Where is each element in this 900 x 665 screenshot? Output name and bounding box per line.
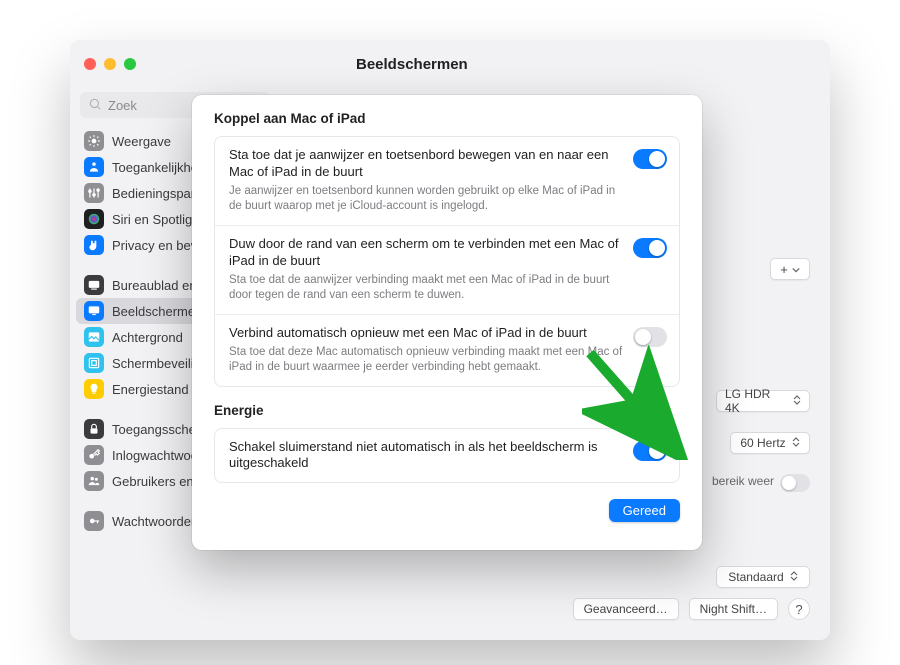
setting-description: Sta toe dat de aanwijzer verbinding maak… <box>229 273 623 304</box>
updown-icon <box>793 394 801 408</box>
sidebar-item-label: Wachtwoorden <box>112 514 198 529</box>
hdr-toggle[interactable] <box>780 474 810 492</box>
lock-icon <box>84 419 104 439</box>
hdr-label: bereik weer <box>712 474 774 488</box>
sidebar-item-label: Beeldschermen <box>112 304 202 319</box>
help-button[interactable]: ? <box>788 598 810 620</box>
advanced-settings-sheet: Koppel aan Mac of iPad Sta toe dat je aa… <box>192 95 702 550</box>
toggle-switch[interactable] <box>633 238 667 258</box>
advanced-button[interactable]: Geavanceerd… <box>573 598 679 620</box>
settings-group-energy: Schakel sluimerstand niet automatisch in… <box>214 428 680 484</box>
settings-group-link: Sta toe dat je aanwijzer en toetsenbord … <box>214 136 680 387</box>
picture-icon <box>84 327 104 347</box>
section-heading-link: Koppel aan Mac of iPad <box>214 111 680 126</box>
done-button[interactable]: Gereed <box>609 499 680 522</box>
toggle-switch[interactable] <box>633 441 667 461</box>
toggle-switch[interactable] <box>633 327 667 347</box>
sidebar-item-label: Weergave <box>112 134 171 149</box>
footer-buttons: Geavanceerd… Night Shift… ? <box>573 598 810 620</box>
chevron-down-icon <box>792 262 800 277</box>
search-icon <box>88 97 108 114</box>
updown-icon <box>792 436 800 450</box>
section-heading-energy: Energie <box>214 403 680 418</box>
users-icon <box>84 471 104 491</box>
key-icon <box>84 445 104 465</box>
hand-icon <box>84 235 104 255</box>
sidebar-item-label: Energiestand <box>112 382 189 397</box>
person-icon <box>84 157 104 177</box>
titlebar: Beeldschermen <box>70 40 830 88</box>
sidebar-item-label: Siri en Spotlight <box>112 212 203 227</box>
link-row: Verbind automatisch opnieuw met een Mac … <box>215 314 679 386</box>
refresh-rate-select[interactable]: 60 Hertz <box>730 432 810 454</box>
energy-row: Schakel sluimerstand niet automatisch in… <box>215 429 679 483</box>
display-icon <box>84 301 104 321</box>
add-display-button[interactable]: + <box>770 258 810 280</box>
preset-select[interactable]: Standaard <box>716 566 810 588</box>
link-row: Duw door de rand van een scherm om te ve… <box>215 225 679 314</box>
sidebar-item-label: Achtergrond <box>112 330 183 345</box>
keyround-icon <box>84 511 104 531</box>
minimize-window-button[interactable] <box>104 58 116 70</box>
updown-icon <box>790 570 798 584</box>
zoom-window-button[interactable] <box>124 58 136 70</box>
setting-title: Sta toe dat je aanwijzer en toetsenbord … <box>229 147 623 181</box>
setting-description: Sta toe dat deze Mac automatisch opnieuw… <box>229 345 623 376</box>
setting-title: Duw door de rand van een scherm om te ve… <box>229 236 623 270</box>
night-shift-button[interactable]: Night Shift… <box>689 598 778 620</box>
sun-icon <box>84 131 104 151</box>
display-select[interactable]: LG HDR 4K <box>716 390 810 412</box>
frame-icon <box>84 353 104 373</box>
siri-icon <box>84 209 104 229</box>
link-row: Sta toe dat je aanwijzer en toetsenbord … <box>215 137 679 225</box>
sliders-icon <box>84 183 104 203</box>
dock-icon <box>84 275 104 295</box>
toggle-switch[interactable] <box>633 149 667 169</box>
close-window-button[interactable] <box>84 58 96 70</box>
page-title: Beeldschermen <box>356 56 468 73</box>
setting-title: Schakel sluimerstand niet automatisch in… <box>229 439 623 473</box>
search-placeholder: Zoek <box>108 98 137 113</box>
bulb-icon <box>84 379 104 399</box>
window-controls <box>84 58 136 70</box>
setting-title: Verbind automatisch opnieuw met een Mac … <box>229 325 623 342</box>
setting-description: Je aanwijzer en toetsenbord kunnen worde… <box>229 184 623 215</box>
